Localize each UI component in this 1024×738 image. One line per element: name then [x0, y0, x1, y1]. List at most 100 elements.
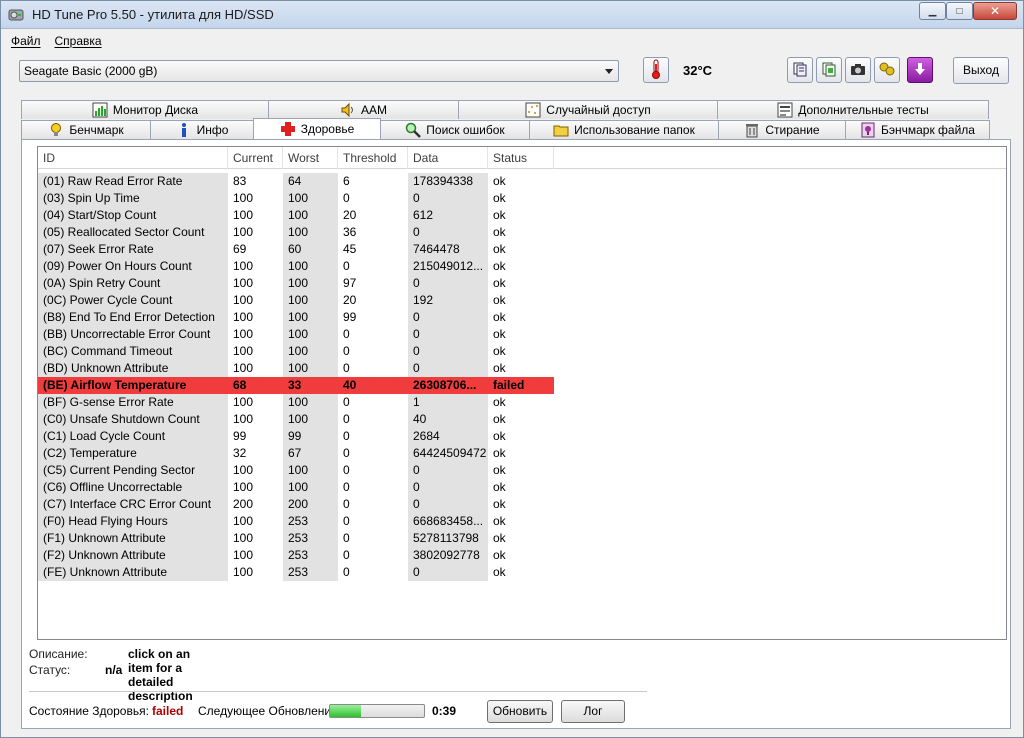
cell-current: 100 — [233, 514, 254, 528]
column-header-id[interactable]: ID — [38, 147, 228, 169]
column-header-worst[interactable]: Worst — [283, 147, 338, 169]
lightbulb-icon — [48, 122, 64, 138]
save-button[interactable] — [907, 57, 933, 83]
table-row[interactable]: (0C) Power Cycle Count 100 100 20 192 ok — [38, 292, 1006, 309]
options-button[interactable] — [874, 57, 900, 83]
table-row[interactable]: (04) Start/Stop Count 100 100 20 612 ok — [38, 207, 1006, 224]
info-icon — [176, 122, 192, 138]
cell-data: 1 — [408, 394, 488, 411]
health-label: Состояние Здоровья: — [29, 704, 149, 718]
table-row-failed[interactable]: (BE) Airflow Temperature 68 33 40 26308706..… — [38, 377, 1006, 394]
tab-extra-tests[interactable]: Дополнительные тесты — [717, 100, 989, 119]
cell-id: (F0) Head Flying Hours — [38, 513, 228, 530]
exit-button[interactable]: Выход — [953, 57, 1009, 84]
cell-data: 668683458... — [408, 513, 488, 530]
menu-file[interactable]: Файл — [11, 34, 41, 48]
smart-attributes-table[interactable]: ID Current Worst Threshold Data Status (… — [37, 146, 1007, 640]
cell-threshold: 45 — [343, 242, 357, 256]
cell-id: (03) Spin Up Time — [38, 190, 228, 207]
cell-worst: 67 — [283, 445, 338, 462]
table-row[interactable]: (BC) Command Timeout 100 100 0 0 ok — [38, 343, 1006, 360]
copy-all-button[interactable] — [816, 57, 842, 83]
random-access-icon — [525, 102, 541, 118]
table-row[interactable]: (C0) Unsafe Shutdown Count 100 100 0 40 ok — [38, 411, 1006, 428]
tab-error-scan[interactable]: Поиск ошибок — [380, 120, 530, 139]
cell-current: 68 — [228, 377, 283, 394]
cell-data: 0 — [408, 224, 488, 241]
tab-benchmark[interactable]: Бенчмарк — [21, 120, 151, 139]
status-label: Статус: — [29, 663, 71, 677]
column-header-status[interactable]: Status — [488, 147, 554, 169]
cell-threshold: 0 — [343, 361, 350, 375]
table-row[interactable]: (BF) G-sense Error Rate 100 100 0 1 ok — [38, 394, 1006, 411]
cell-data: 3802092778 — [408, 547, 488, 564]
minimize-button[interactable]: ▁ — [919, 2, 946, 20]
close-button[interactable]: ✕ — [973, 2, 1017, 20]
tab-file-benchmark[interactable]: Бэнчмарк файла — [845, 120, 990, 139]
table-row[interactable]: (BD) Unknown Attribute 100 100 0 0 ok — [38, 360, 1006, 377]
table-row[interactable]: (F2) Unknown Attribute 100 253 0 3802092778 o… — [38, 547, 1006, 564]
table-row[interactable]: (B8) End To End Error Detection 100 100 99 0… — [38, 309, 1006, 326]
table-row[interactable]: (BB) Uncorrectable Error Count 100 100 0 0 ok — [38, 326, 1006, 343]
footer-bar: Состояние Здоровья: failed Следующее Обн… — [29, 700, 989, 724]
cell-data: 192 — [408, 292, 488, 309]
cell-data: 0 — [408, 275, 488, 292]
table-row[interactable]: (FE) Unknown Attribute 100 253 0 0 ok — [38, 564, 1006, 581]
cell-threshold: 0 — [343, 344, 350, 358]
table-row[interactable]: (C6) Offline Uncorrectable 100 100 0 0 ok — [38, 479, 1006, 496]
tab-disk-monitor[interactable]: Монитор Диска — [21, 100, 269, 119]
drive-select[interactable]: Seagate Basic (2000 gB) — [19, 60, 619, 82]
table-row[interactable]: (C7) Interface CRC Error Count 200 200 0 0 ok — [38, 496, 1006, 513]
tab-info[interactable]: Инфо — [150, 120, 254, 139]
cell-current: 100 — [233, 463, 254, 477]
column-header-current[interactable]: Current — [228, 147, 283, 169]
tab-label: Поиск ошибок — [426, 123, 505, 137]
cell-status: ok — [493, 480, 506, 494]
cell-threshold: 0 — [343, 548, 350, 562]
table-row[interactable]: (C5) Current Pending Sector 100 100 0 0 ok — [38, 462, 1006, 479]
table-row[interactable]: (0A) Spin Retry Count 100 100 97 0 ok — [38, 275, 1006, 292]
cell-threshold: 6 — [343, 174, 350, 188]
table-row[interactable]: (01) Raw Read Error Rate 83 64 6 178394338 ok — [38, 173, 1006, 190]
temperature-button[interactable] — [643, 57, 669, 83]
table-row[interactable]: (C2) Temperature 32 67 0 64424509472 ok — [38, 445, 1006, 462]
column-header-data[interactable]: Data — [408, 147, 488, 169]
cell-worst: 60 — [283, 241, 338, 258]
cell-status: ok — [493, 446, 506, 460]
cell-id: (05) Reallocated Sector Count — [38, 224, 228, 241]
table-row[interactable]: (F0) Head Flying Hours 100 253 0 668683458..… — [38, 513, 1006, 530]
cell-current: 100 — [233, 565, 254, 579]
cell-current: 100 — [233, 395, 254, 409]
cell-current: 100 — [233, 412, 254, 426]
minimize-icon: ▁ — [928, 5, 937, 17]
table-row[interactable]: (05) Reallocated Sector Count 100 100 36 0 ok — [38, 224, 1006, 241]
cell-worst: 253 — [283, 513, 338, 530]
screenshot-button[interactable] — [845, 57, 871, 83]
cell-id: (04) Start/Stop Count — [38, 207, 228, 224]
table-row[interactable]: (C1) Load Cycle Count 99 99 0 2684 ok — [38, 428, 1006, 445]
cell-status: ok — [493, 310, 506, 324]
maximize-button[interactable]: □ — [946, 2, 973, 20]
table-row[interactable]: (03) Spin Up Time 100 100 0 0 ok — [38, 190, 1006, 207]
cell-current: 32 — [233, 446, 247, 460]
tab-random-access[interactable]: Случайный доступ — [458, 100, 718, 119]
log-button[interactable]: Лог — [561, 700, 625, 723]
tab-label: Инфо — [196, 123, 229, 137]
cell-status: ok — [493, 463, 506, 477]
tab-health[interactable]: Здоровье — [253, 118, 381, 139]
cell-threshold: 40 — [338, 377, 408, 394]
table-row[interactable]: (09) Power On Hours Count 100 100 0 21504901… — [38, 258, 1006, 275]
refresh-button[interactable]: Обновить — [487, 700, 553, 723]
cell-data: 178394338 — [408, 173, 488, 190]
menu-help[interactable]: Справка — [55, 34, 102, 48]
table-row[interactable]: (07) Seek Error Rate 69 60 45 7464478 ok — [38, 241, 1006, 258]
description-value: click on an item for a detailed descript… — [128, 647, 193, 703]
column-header-threshold[interactable]: Threshold — [338, 147, 408, 169]
copy-text-button[interactable] — [787, 57, 813, 83]
speaker-icon — [340, 102, 356, 118]
tab-folder-usage[interactable]: Использование папок — [529, 120, 719, 139]
table-row[interactable]: (F1) Unknown Attribute 100 253 0 5278113798 o… — [38, 530, 1006, 547]
cell-data: 64424509472 — [408, 445, 488, 462]
tab-aam[interactable]: AAM — [268, 100, 459, 119]
tab-erase[interactable]: Стирание — [718, 120, 846, 139]
